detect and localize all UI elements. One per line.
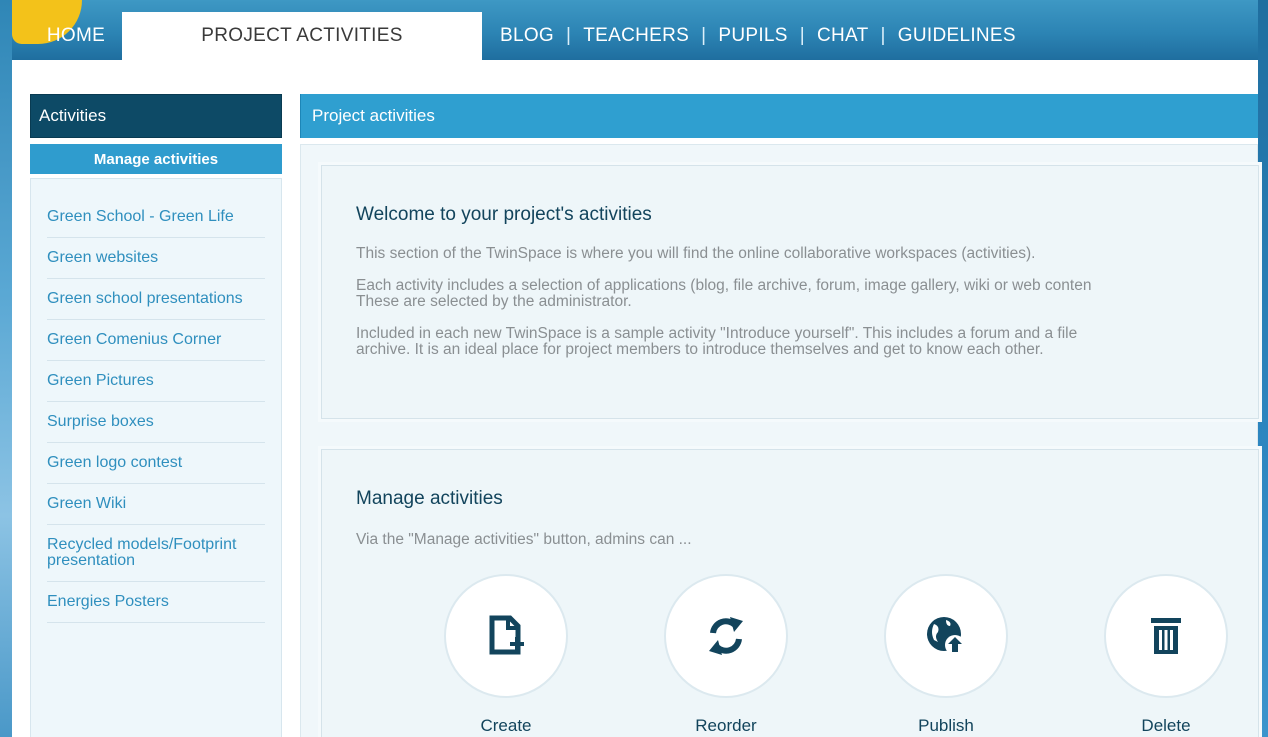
page-content: Activities Manage activities Green Schoo…: [12, 60, 1259, 737]
sidebar-item-green-logo-contest[interactable]: Green logo contest: [47, 455, 265, 484]
reorder-label: Reorder: [695, 716, 757, 735]
sidebar-item-green-wiki[interactable]: Green Wiki: [47, 496, 265, 525]
welcome-paragraph-3a: Included in each new TwinSpace is a samp…: [356, 325, 1078, 342]
sidebar-item-green-comenius-corner[interactable]: Green Comenius Corner: [47, 332, 265, 361]
manage-heading: Manage activities: [356, 488, 503, 509]
trash-icon: [1149, 616, 1183, 656]
nav-blog[interactable]: BLOG: [500, 25, 554, 47]
nav-pupils[interactable]: PUPILS: [718, 25, 787, 47]
nav-separator: |: [880, 25, 886, 46]
welcome-paragraph-2a: Each activity includes a selection of ap…: [356, 277, 1092, 294]
nav-separator: |: [701, 25, 707, 46]
nav-separator: |: [566, 25, 572, 46]
sidebar-item-recycled-models[interactable]: Recycled models/Footprint presentation: [47, 537, 265, 582]
welcome-card: Welcome to your project's activities Thi…: [321, 165, 1259, 419]
delete-label: Delete: [1141, 716, 1191, 735]
nav-teachers[interactable]: TEACHERS: [583, 25, 689, 47]
nav-guidelines[interactable]: GUIDELINES: [898, 25, 1016, 47]
manage-activities-button[interactable]: Manage activities: [30, 144, 282, 174]
manage-activities-card: Manage activities Via the "Manage activi…: [321, 449, 1259, 737]
nav-home[interactable]: HOME: [30, 12, 122, 60]
left-frame: [0, 0, 12, 737]
reorder-activities-button[interactable]: [664, 574, 788, 698]
publish-label: Publish: [918, 716, 974, 735]
right-frame: [1258, 0, 1268, 737]
create-icon: [486, 614, 526, 658]
nav-separator: |: [799, 25, 806, 46]
welcome-paragraph-1: This section of the TwinSpace is where y…: [356, 245, 1036, 262]
publish-globe-icon: [922, 612, 970, 660]
sidebar-item-green-websites[interactable]: Green websites: [47, 250, 265, 279]
main-panel-title: Project activities: [300, 94, 1258, 138]
reorder-icon: [703, 613, 749, 659]
nav-project-activities[interactable]: PROJECT ACTIVITIES: [122, 12, 482, 60]
welcome-paragraph-2b: These are selected by the administrator.: [356, 293, 632, 310]
sidebar-item-green-pictures[interactable]: Green Pictures: [47, 373, 265, 402]
sidebar-item-surprise-boxes[interactable]: Surprise boxes: [47, 414, 265, 443]
sidebar-item-energies-posters[interactable]: Energies Posters: [47, 594, 265, 623]
sidebar-item-green-school-green-life[interactable]: Green School - Green Life: [47, 209, 265, 238]
delete-activity-button[interactable]: [1104, 574, 1228, 698]
main-panel: Welcome to your project's activities Thi…: [300, 144, 1259, 737]
sidebar-title: Activities: [30, 94, 282, 138]
manage-intro: Via the "Manage activities" button, admi…: [356, 531, 692, 548]
sidebar-activity-list: Green School - Green Life Green websites…: [30, 178, 282, 737]
sidebar-item-green-school-presentations[interactable]: Green school presentations: [47, 291, 265, 320]
welcome-heading: Welcome to your project's activities: [356, 204, 652, 225]
create-activity-button[interactable]: [444, 574, 568, 698]
nav-chat[interactable]: CHAT: [817, 25, 869, 47]
nav-links: BLOG | TEACHERS | PUPILS | CHAT | GUIDEL…: [482, 25, 1016, 47]
top-navigation: HOME PROJECT ACTIVITIES BLOG | TEACHERS …: [30, 12, 1258, 60]
create-label: Create: [480, 716, 532, 735]
publish-activity-button[interactable]: [884, 574, 1008, 698]
welcome-paragraph-3b: archive. It is an ideal place for projec…: [356, 341, 1044, 358]
